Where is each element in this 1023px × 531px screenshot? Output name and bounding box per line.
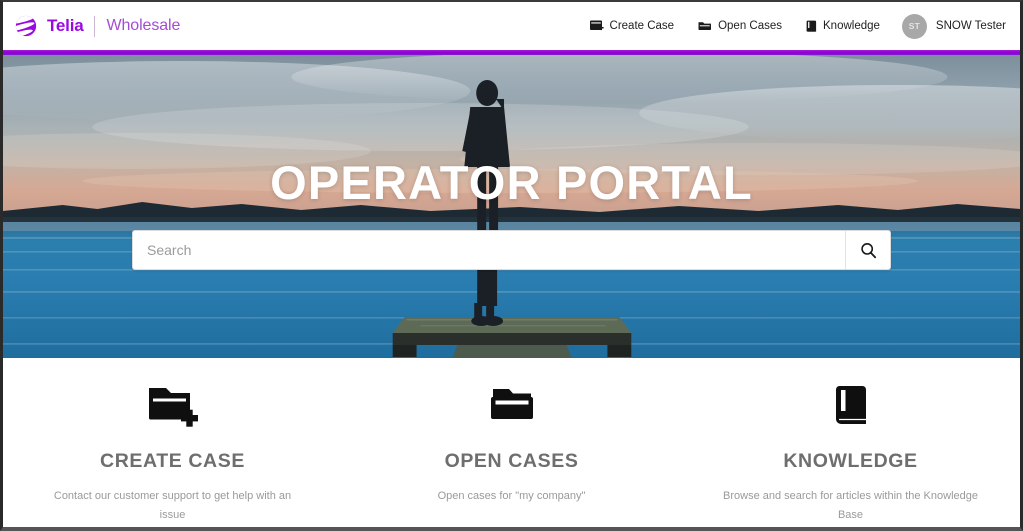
hero-banner: OPERATOR PORTAL [3,55,1020,358]
create-case-icon [589,20,604,31]
card-icon-wrap [360,380,663,434]
user-menu[interactable]: ST SNOW Tester [892,11,1012,42]
card-description: Contact our customer support to get help… [53,490,292,522]
brand-divider [94,15,96,37]
card-knowledge[interactable]: KNOWLEDGE Browse and search for articles… [681,380,1020,526]
hero-background-photo [3,55,1020,358]
card-title: KNOWLEDGE [783,450,918,472]
brand-logo[interactable]: Telia Wholesale [13,13,180,39]
knowledge-book-icon [806,20,817,32]
search-magnifier-icon [860,242,876,258]
card-description: Browse and search for articles within th… [723,490,978,522]
nav-item-label: Create Case [609,20,675,32]
telia-swirl-logo-icon [15,15,37,37]
nav-item-open-cases[interactable]: Open Cases [686,16,794,36]
nav-item-label: Open Cases [718,20,783,32]
primary-nav: Create Case Open Cases Knowledge ST SNOW… [578,11,1012,42]
search-input[interactable] [133,231,845,269]
card-title: OPEN CASES [444,450,579,472]
search-submit-button[interactable] [845,231,890,269]
user-name: SNOW Tester [935,20,1006,32]
search-bar [132,230,891,270]
nav-item-create-case[interactable]: Create Case [578,16,687,36]
card-title: CREATE CASE [100,450,245,472]
operator-portal-page: Telia Wholesale Create Case Open Cases K… [0,0,1023,531]
nav-item-knowledge[interactable]: Knowledge [794,16,892,37]
quick-links-section: CREATE CASE Contact our customer support… [3,358,1020,527]
card-description: Open cases for "my company" [437,490,586,502]
card-open-cases[interactable]: OPEN CASES Open cases for "my company" [342,380,681,506]
brand-subtitle: Wholesale [106,17,181,34]
book-icon [835,386,866,424]
avatar: ST [901,13,927,39]
card-create-case[interactable]: CREATE CASE Contact our customer support… [3,380,342,526]
brand-name: Telia [47,16,84,35]
open-folder-icon [490,389,533,419]
nav-item-label: Knowledge [823,20,880,32]
open-cases-folder-icon [698,22,712,30]
card-icon-wrap [21,380,324,434]
folder-plus-icon [148,388,198,427]
card-icon-wrap [699,380,1002,434]
site-header: Telia Wholesale Create Case Open Cases K… [3,2,1020,50]
